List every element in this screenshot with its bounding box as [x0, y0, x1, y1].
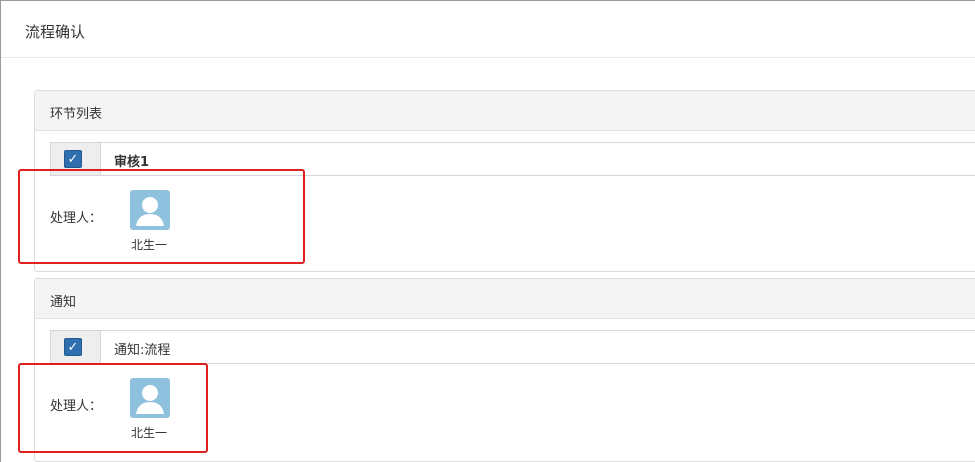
- highlight-box: [18, 169, 305, 264]
- process-confirm-dialog: 流程确认 环节列表 ✓ 审核1 处理人： 北生一 通知 ✓ 通知:流程 处理人：…: [0, 0, 975, 462]
- notify-checkbox[interactable]: ✓: [64, 338, 82, 356]
- notify-item-row[interactable]: ✓ 通知:流程: [50, 330, 975, 364]
- panel-header-label: 环节列表: [50, 107, 103, 122]
- notify-item-label: 通知:流程: [114, 343, 171, 358]
- highlight-box: [18, 363, 208, 453]
- stage-item-label: 审核1: [114, 155, 150, 170]
- dialog-title: 流程确认: [25, 23, 86, 41]
- panel-header-label: 通知: [50, 295, 77, 310]
- dialog-header: 流程确认: [1, 1, 975, 58]
- stage-checkbox[interactable]: ✓: [64, 150, 82, 168]
- panel-header: 环节列表: [35, 91, 975, 131]
- panel-header: 通知: [35, 279, 975, 319]
- checkbox-cell[interactable]: ✓: [51, 331, 101, 363]
